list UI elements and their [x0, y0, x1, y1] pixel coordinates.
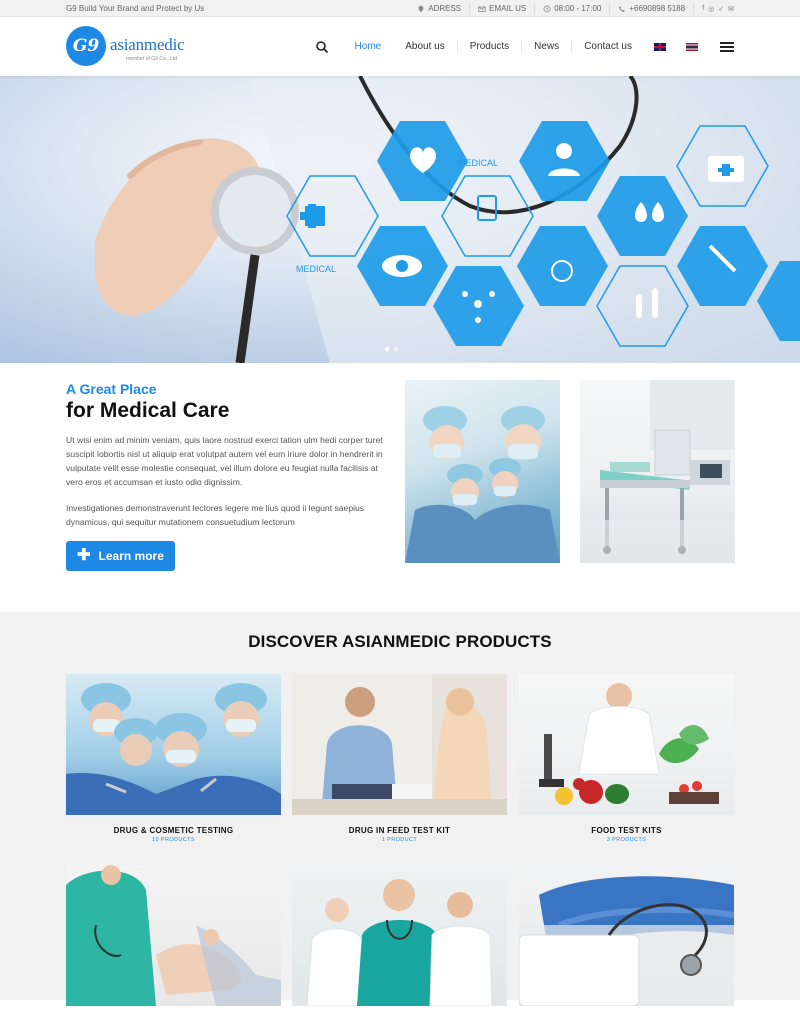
phone-label: +6690898 5188	[629, 4, 686, 13]
mail-icon[interactable]: ✉	[728, 5, 734, 13]
social-links: f ◎ ✓ ✉	[693, 3, 734, 14]
logo-subtitle: member of G9 Co., Ltd	[126, 56, 177, 62]
nav-home[interactable]: Home	[343, 41, 394, 53]
intro-title: for Medical Care	[66, 399, 230, 422]
learn-more-button[interactable]: ✚ Learn more	[66, 541, 175, 571]
facebook-icon[interactable]: f	[702, 5, 704, 12]
search-icon[interactable]	[315, 40, 329, 54]
clock-icon	[543, 5, 551, 12]
product-image-physio	[66, 865, 281, 1006]
email-label: EMAIL US	[489, 4, 527, 13]
tagline: G9 Build Your Brand and Protect by Us	[66, 4, 205, 13]
hours-info: 08:00 - 17:00	[534, 3, 609, 14]
email-link[interactable]: EMAIL US	[469, 3, 534, 14]
product-card[interactable]	[292, 865, 507, 1017]
instagram-icon[interactable]: ◎	[708, 5, 714, 13]
product-image-doctors	[292, 865, 507, 1006]
products-heading: DISCOVER ASIANMEDIC PRODUCTS	[248, 632, 552, 651]
product-card[interactable]	[519, 865, 734, 1017]
logo-badge: G9	[66, 26, 106, 66]
hours-label: 08:00 - 17:00	[554, 4, 602, 13]
main-nav: Home About us Products News Contact us	[315, 17, 734, 76]
hero-illustration: MEDICAL MEDICAL	[95, 76, 800, 363]
nav-news[interactable]: News	[521, 40, 571, 53]
product-count: 1 PRODUCT	[381, 837, 418, 843]
product-card[interactable]: FOOD TEST KITS 3 PRODUCTS	[519, 674, 734, 843]
hospital-room-photo	[580, 380, 735, 563]
product-image-stethoscope	[519, 865, 734, 1006]
nav-contact[interactable]: Contact us	[571, 40, 644, 53]
product-image-drug-feed	[292, 674, 507, 815]
intro-paragraph-1: Ut wisi enim ad minim veniam, quis laore…	[66, 435, 383, 487]
slide-dot-2[interactable]	[393, 346, 399, 352]
product-title[interactable]: DRUG IN FEED TEST KIT	[292, 826, 507, 835]
top-contacts: ADRESS EMAIL US 08:00 - 17:00 +6690898 5…	[409, 3, 734, 14]
menu-icon[interactable]	[720, 41, 734, 52]
intro-paragraph-2: Investigationes demonstraverunt lectores…	[66, 503, 365, 527]
logo-name: asianmedic	[110, 35, 185, 54]
english-flag-icon[interactable]	[654, 42, 666, 51]
product-card[interactable]: DRUG IN FEED TEST KIT 1 PRODUCT	[292, 674, 507, 843]
hero-label-2: MEDICAL	[296, 264, 336, 274]
top-bar: G9 Build Your Brand and Protect by Us AD…	[0, 0, 800, 17]
plus-icon: ✚	[77, 547, 91, 564]
product-count: 3 PRODUCTS	[606, 837, 647, 843]
slide-dot-1[interactable]	[384, 346, 390, 352]
product-title[interactable]: FOOD TEST KITS	[519, 826, 734, 835]
nav-products[interactable]: Products	[456, 40, 521, 53]
product-image-food	[519, 674, 734, 815]
hero-label-1: MEDICAL	[458, 158, 498, 168]
learn-more-label: Learn more	[98, 549, 164, 563]
map-pin-icon	[418, 5, 424, 12]
phone-icon	[619, 5, 626, 12]
envelope-icon	[478, 6, 486, 12]
hero-banner: MEDICAL MEDICAL	[0, 76, 800, 363]
product-card[interactable]	[66, 865, 281, 1017]
product-image-drug-cosmetic	[66, 674, 281, 815]
address-label: ADRESS	[428, 4, 462, 13]
product-count: 10 PRODUCTS	[152, 837, 195, 843]
phone-link[interactable]: +6690898 5188	[609, 3, 693, 14]
site-header: G9 asianmedic member of G9 Co., Ltd Home…	[0, 17, 800, 76]
twitter-icon[interactable]: ✓	[718, 5, 724, 13]
surgeons-photo	[405, 380, 560, 563]
product-card[interactable]: DRUG & COSMETIC TESTING 10 PRODUCTS	[66, 674, 281, 843]
product-title[interactable]: DRUG & COSMETIC TESTING	[66, 826, 281, 835]
intro-eyebrow: A Great Place	[66, 381, 157, 397]
nav-about[interactable]: About us	[393, 41, 456, 53]
site-logo[interactable]: G9 asianmedic member of G9 Co., Ltd	[66, 26, 188, 68]
thai-flag-icon[interactable]	[686, 42, 698, 51]
products-section: DISCOVER ASIANMEDIC PRODUCTS DRUG & COSM…	[0, 612, 800, 1006]
address-link[interactable]: ADRESS	[409, 3, 469, 14]
